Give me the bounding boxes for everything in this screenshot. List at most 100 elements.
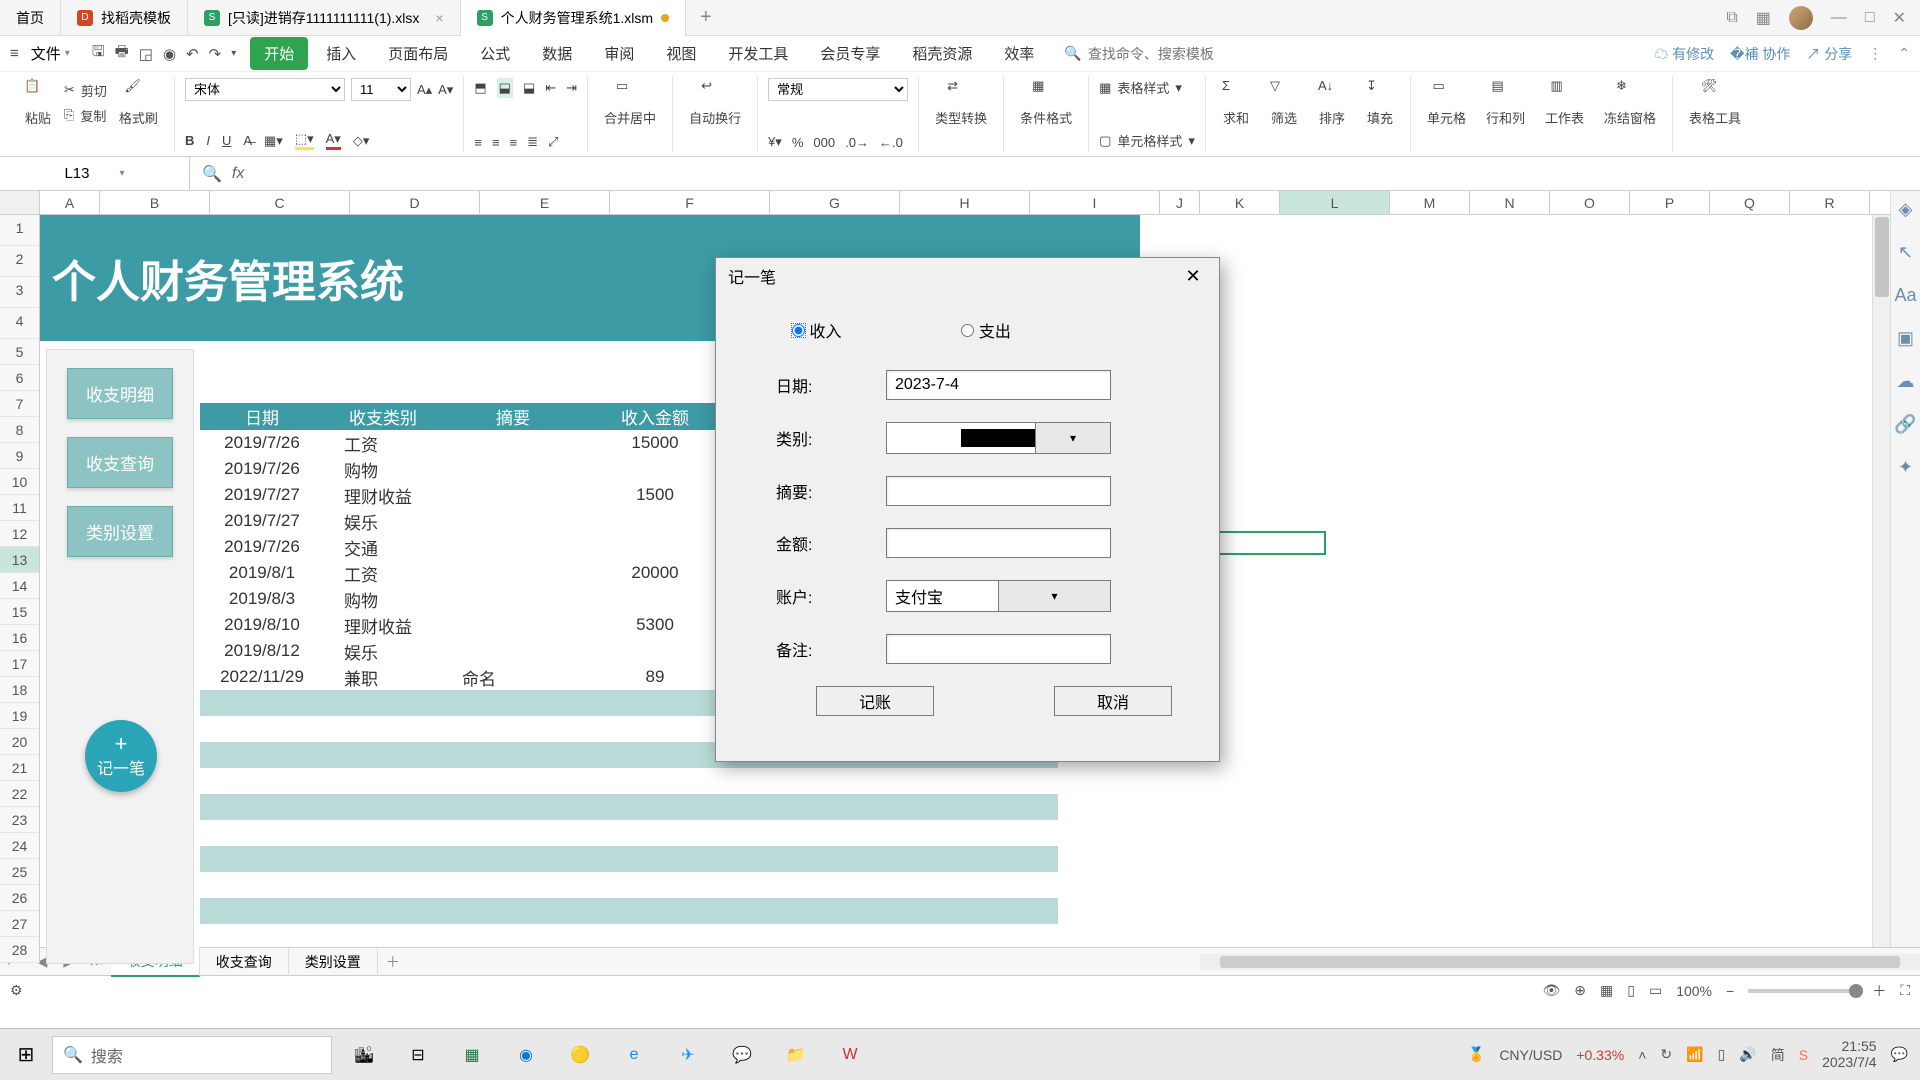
- col-header-B[interactable]: B: [100, 191, 210, 214]
- row-header-19[interactable]: 19: [0, 703, 40, 729]
- radio-income[interactable]: 收入: [792, 318, 841, 342]
- merge-button[interactable]: ▭合并居中: [598, 78, 662, 127]
- row-header-28[interactable]: 28: [0, 937, 40, 963]
- zoom-slider[interactable]: [1748, 989, 1858, 993]
- row-header-11[interactable]: 11: [0, 495, 40, 521]
- app-wps[interactable]: W: [828, 1033, 872, 1077]
- app-excel[interactable]: ▦: [450, 1033, 494, 1077]
- new-tab-button[interactable]: +: [686, 6, 726, 29]
- cloud-changes[interactable]: ☁ 有修改: [1654, 44, 1714, 64]
- palette-icon[interactable]: ▣: [1897, 328, 1914, 349]
- row-header-21[interactable]: 21: [0, 755, 40, 781]
- col-header-O[interactable]: O: [1550, 191, 1630, 214]
- volume-icon[interactable]: 🔊: [1739, 1046, 1756, 1063]
- indent-increase-icon[interactable]: ⇥: [566, 80, 577, 96]
- app-chrome[interactable]: 🟡: [558, 1033, 602, 1077]
- menu-tab-开发工具[interactable]: 开发工具: [714, 37, 802, 70]
- cloud-icon[interactable]: ☁: [1897, 371, 1915, 392]
- row-header-3[interactable]: 3: [0, 277, 40, 308]
- row-col-button[interactable]: ▤行和列: [1480, 78, 1531, 150]
- row-header-27[interactable]: 27: [0, 911, 40, 937]
- fill-color-button[interactable]: ⬚▾: [295, 131, 314, 150]
- vertical-scrollbar[interactable]: [1872, 215, 1890, 947]
- stock-icon[interactable]: 🏅: [1468, 1046, 1485, 1063]
- zoom-value[interactable]: 100%: [1676, 983, 1712, 999]
- col-header-D[interactable]: D: [350, 191, 480, 214]
- row-header-22[interactable]: 22: [0, 781, 40, 807]
- comma-icon[interactable]: 000: [813, 135, 835, 150]
- cursor-icon[interactable]: ↖: [1898, 242, 1913, 263]
- align-center-icon[interactable]: ≡: [492, 135, 500, 150]
- minimize-icon[interactable]: —: [1831, 9, 1847, 27]
- col-header-E[interactable]: E: [480, 191, 610, 214]
- app-taskview[interactable]: ⊟: [396, 1033, 440, 1077]
- caret-icon[interactable]: ⋮: [1868, 45, 1882, 62]
- file-menu[interactable]: 文件▾: [23, 39, 78, 68]
- table-style-button[interactable]: ▦表格样式▾: [1099, 78, 1195, 97]
- close-icon[interactable]: ×: [435, 10, 443, 26]
- print-icon[interactable]: 🖶: [115, 41, 129, 66]
- tab-home[interactable]: 首页: [0, 0, 61, 36]
- italic-button[interactable]: I: [206, 133, 210, 148]
- window-split-icon[interactable]: ⧉: [1726, 9, 1737, 27]
- decrease-font-icon[interactable]: A▾: [438, 82, 453, 98]
- col-header-M[interactable]: M: [1390, 191, 1470, 214]
- sort-button[interactable]: A↓排序: [1312, 78, 1352, 150]
- row-header-20[interactable]: 20: [0, 729, 40, 755]
- confirm-button[interactable]: 记账: [816, 686, 934, 716]
- col-header-H[interactable]: H: [900, 191, 1030, 214]
- row-header-13[interactable]: 13: [0, 547, 40, 573]
- date-field[interactable]: [886, 370, 1111, 400]
- sheet-tab-1[interactable]: 收支查询: [200, 948, 289, 976]
- command-search[interactable]: 🔍: [1064, 45, 1267, 62]
- col-header-I[interactable]: I: [1030, 191, 1160, 214]
- close-icon[interactable]: ✕: [1179, 262, 1207, 290]
- app-edge[interactable]: ◉: [504, 1033, 548, 1077]
- app-skyline[interactable]: 🏙: [342, 1033, 386, 1077]
- sheet-tab-2[interactable]: 类别设置: [289, 948, 378, 976]
- redo-icon[interactable]: ↷: [209, 45, 222, 63]
- radio-expense[interactable]: 支出: [961, 318, 1010, 342]
- clock[interactable]: 21:55 2023/7/4: [1822, 1039, 1877, 1070]
- hamburger-icon[interactable]: ≡: [10, 45, 19, 62]
- copy-button[interactable]: ⎘复制: [64, 106, 107, 125]
- collapse-ribbon-icon[interactable]: ⌃: [1898, 45, 1910, 62]
- row-header-1[interactable]: 1: [0, 215, 40, 246]
- view-normal-icon[interactable]: ▦: [1600, 982, 1613, 999]
- row-header-17[interactable]: 17: [0, 651, 40, 677]
- chevron-up-icon[interactable]: ˄: [1638, 1047, 1646, 1063]
- font-family-select[interactable]: 宋体: [185, 78, 345, 101]
- apps-icon[interactable]: ▦: [1756, 8, 1771, 28]
- col-header-K[interactable]: K: [1200, 191, 1280, 214]
- fx-label[interactable]: fx: [232, 165, 244, 183]
- active-cell[interactable]: [1218, 531, 1326, 555]
- select-all-corner[interactable]: [0, 191, 40, 215]
- col-header-P[interactable]: P: [1630, 191, 1710, 214]
- paste-button[interactable]: 📋粘贴: [18, 78, 58, 127]
- row-header-23[interactable]: 23: [0, 807, 40, 833]
- category-select[interactable]: ▾: [886, 422, 1111, 454]
- start-button[interactable]: ⊞: [0, 1042, 52, 1067]
- align-right-icon[interactable]: ≡: [510, 135, 518, 150]
- strikethrough-button[interactable]: A̶: [243, 133, 252, 148]
- clear-format-button[interactable]: ◇▾: [353, 133, 370, 149]
- avatar[interactable]: [1789, 6, 1813, 30]
- col-header-R[interactable]: R: [1790, 191, 1870, 214]
- indent-decrease-icon[interactable]: ⇤: [545, 80, 556, 96]
- sync-icon[interactable]: ↻: [1660, 1046, 1672, 1063]
- type-convert-button[interactable]: ⇄类型转换: [929, 78, 993, 127]
- app-wechat[interactable]: 💬: [720, 1033, 764, 1077]
- menu-tab-视图[interactable]: 视图: [652, 37, 710, 70]
- search-input[interactable]: [1088, 46, 1268, 62]
- col-header-Q[interactable]: Q: [1710, 191, 1790, 214]
- collab-button[interactable]: �補 协作: [1730, 44, 1790, 64]
- orientation-icon[interactable]: ⤢: [548, 134, 558, 150]
- border-button[interactable]: ▦▾: [264, 133, 283, 149]
- notifications-icon[interactable]: 💬: [1891, 1046, 1908, 1063]
- zoom-out-icon[interactable]: −: [1726, 983, 1734, 999]
- menu-tab-开始[interactable]: 开始: [250, 37, 308, 70]
- percent-icon[interactable]: %: [792, 135, 804, 150]
- tray-icon[interactable]: S: [1799, 1047, 1808, 1063]
- view-page-icon[interactable]: ▯: [1627, 982, 1635, 999]
- add-entry-fab[interactable]: + 记一笔: [85, 720, 157, 792]
